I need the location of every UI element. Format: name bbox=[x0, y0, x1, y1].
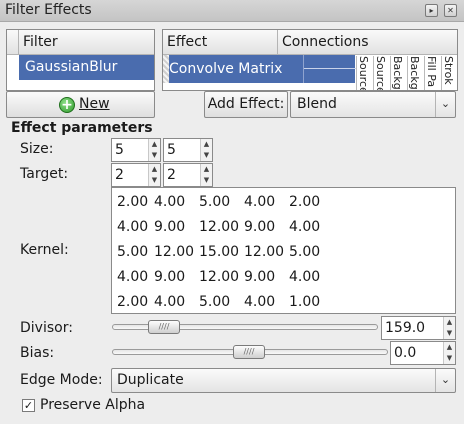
bias-slider-handle[interactable]: //// bbox=[233, 345, 265, 359]
source-label-0[interactable]: Source bbox=[356, 56, 369, 90]
new-button-label: New bbox=[79, 96, 110, 112]
kernel-cell[interactable]: 12.00 bbox=[199, 269, 239, 285]
kernel-cell[interactable]: 12.00 bbox=[154, 244, 194, 260]
target-y-spinbox[interactable]: 2 ▲ ▼ bbox=[163, 163, 213, 187]
spin-up-icon[interactable]: ▲ bbox=[201, 164, 212, 175]
kernel-cell[interactable]: 5.00 bbox=[199, 294, 230, 310]
divisor-value: 159.0 bbox=[385, 320, 426, 336]
kernel-cell[interactable]: 4.00 bbox=[117, 219, 148, 235]
kernel-cell[interactable]: 5.00 bbox=[117, 244, 148, 260]
edge-mode-value: Duplicate bbox=[117, 372, 184, 388]
size-label: Size: bbox=[20, 141, 54, 157]
kernel-cell[interactable]: 2.00 bbox=[289, 194, 320, 210]
target-label: Target: bbox=[20, 166, 69, 182]
size-x-spinbox[interactable]: 5 ▲ ▼ bbox=[111, 138, 161, 162]
filter-column-header[interactable]: Filter bbox=[19, 30, 154, 55]
plus-circle-icon: + bbox=[59, 97, 75, 113]
kernel-cell[interactable]: 2.00 bbox=[117, 194, 148, 210]
effect-column-label: Effect bbox=[167, 34, 208, 50]
target-x-spinbox[interactable]: 2 ▲ ▼ bbox=[111, 163, 161, 187]
chevron-down-icon: ⌄ bbox=[435, 92, 455, 117]
source-label-5[interactable]: Strok bbox=[441, 56, 454, 90]
kernel-cell[interactable]: 9.00 bbox=[154, 219, 185, 235]
edge-mode-select[interactable]: Duplicate ⌄ bbox=[111, 368, 456, 393]
spin-up-icon[interactable]: ▲ bbox=[149, 164, 160, 175]
kernel-cell[interactable]: 4.00 bbox=[117, 269, 148, 285]
divisor-slider-handle[interactable]: //// bbox=[148, 320, 180, 334]
add-effect-value: Blend bbox=[297, 96, 337, 112]
source-label-4[interactable]: Fill Pa bbox=[424, 56, 437, 90]
filter-row-checkbox[interactable] bbox=[7, 55, 19, 80]
effect-list: Effect Connections Convolve Matrix Sourc… bbox=[162, 29, 458, 91]
kernel-cell[interactable]: 9.00 bbox=[244, 269, 275, 285]
preserve-alpha-label: Preserve Alpha bbox=[40, 397, 146, 413]
kernel-cell[interactable]: 4.00 bbox=[244, 294, 275, 310]
target-x-value: 2 bbox=[115, 167, 124, 183]
spin-up-icon[interactable]: ▲ bbox=[444, 317, 455, 328]
kernel-cell[interactable]: 12.00 bbox=[244, 244, 284, 260]
spin-down-icon[interactable]: ▼ bbox=[444, 353, 455, 364]
kernel-label: Kernel: bbox=[20, 242, 69, 258]
restore-button[interactable]: ▸ bbox=[425, 4, 438, 17]
effect-column-header[interactable]: Effect bbox=[163, 30, 278, 55]
kernel-cell[interactable]: 4.00 bbox=[244, 194, 275, 210]
kernel-cell[interactable]: 4.00 bbox=[289, 269, 320, 285]
kernel-cell[interactable]: 4.00 bbox=[154, 294, 185, 310]
kernel-cell[interactable]: 4.00 bbox=[289, 219, 320, 235]
spin-down-icon[interactable]: ▼ bbox=[149, 175, 160, 186]
bias-value: 0.0 bbox=[394, 345, 417, 361]
divisor-spinbox[interactable]: 159.0 ▲ ▼ bbox=[381, 316, 456, 340]
spin-down-icon[interactable]: ▼ bbox=[201, 175, 212, 186]
kernel-matrix: 2.00 4.00 5.00 4.00 2.00 4.00 9.00 12.00… bbox=[111, 187, 456, 314]
filter-checkbox-column-header[interactable] bbox=[7, 30, 19, 55]
filter-list: Filter GaussianBlur bbox=[6, 29, 155, 91]
size-x-value: 5 bbox=[115, 142, 124, 158]
kernel-cell[interactable]: 15.00 bbox=[199, 244, 239, 260]
chevron-down-icon: ⌄ bbox=[435, 369, 455, 392]
connections-column-header[interactable]: Connections bbox=[278, 30, 457, 55]
kernel-cell[interactable]: 9.00 bbox=[244, 219, 275, 235]
new-filter-button[interactable]: + New bbox=[6, 91, 155, 118]
target-y-value: 2 bbox=[167, 167, 176, 183]
add-effect-button[interactable]: Add Effect: bbox=[204, 91, 288, 118]
kernel-cell[interactable]: 5.00 bbox=[289, 244, 320, 260]
bias-spinbox[interactable]: 0.0 ▲ ▼ bbox=[390, 341, 456, 365]
bias-label: Bias: bbox=[20, 345, 55, 361]
connection-line bbox=[304, 68, 356, 69]
spin-up-icon[interactable]: ▲ bbox=[444, 342, 455, 353]
close-button[interactable]: ✕ bbox=[444, 4, 457, 17]
spin-down-icon[interactable]: ▼ bbox=[149, 150, 160, 161]
filter-column-label: Filter bbox=[23, 34, 58, 50]
window-titlebar: Filter Effects ▸ ✕ bbox=[0, 0, 464, 22]
add-effect-select[interactable]: Blend ⌄ bbox=[290, 91, 456, 118]
connections-column-label: Connections bbox=[282, 34, 369, 50]
edge-mode-label: Edge Mode: bbox=[20, 372, 103, 388]
spin-down-icon[interactable]: ▼ bbox=[201, 150, 212, 161]
filter-row[interactable]: GaussianBlur bbox=[7, 55, 154, 80]
kernel-cell[interactable]: 4.00 bbox=[154, 194, 185, 210]
size-y-spinbox[interactable]: 5 ▲ ▼ bbox=[163, 138, 213, 162]
effect-connection-area[interactable] bbox=[303, 55, 356, 83]
effect-parameters-heading: Effect parameters bbox=[11, 120, 153, 136]
spin-up-icon[interactable]: ▲ bbox=[149, 139, 160, 150]
kernel-cell[interactable]: 12.00 bbox=[199, 219, 239, 235]
checkmark-icon: ✓ bbox=[23, 399, 34, 412]
source-label-2[interactable]: Backg bbox=[390, 56, 403, 90]
kernel-cell[interactable]: 2.00 bbox=[117, 294, 148, 310]
add-effect-label: Add Effect: bbox=[207, 96, 285, 112]
spin-up-icon[interactable]: ▲ bbox=[201, 139, 212, 150]
kernel-cell[interactable]: 5.00 bbox=[199, 194, 230, 210]
spin-down-icon[interactable]: ▼ bbox=[444, 328, 455, 339]
size-y-value: 5 bbox=[167, 142, 176, 158]
source-label-1[interactable]: Source bbox=[373, 56, 386, 90]
kernel-cell[interactable]: 1.00 bbox=[289, 294, 320, 310]
preserve-alpha-checkbox[interactable]: ✓ bbox=[22, 399, 35, 412]
filter-row-name: GaussianBlur bbox=[19, 55, 154, 80]
kernel-cell[interactable]: 9.00 bbox=[154, 269, 185, 285]
window-title: Filter Effects bbox=[5, 2, 92, 18]
divisor-label: Divisor: bbox=[20, 320, 73, 336]
effect-row-name: Convolve Matrix bbox=[169, 55, 303, 83]
source-label-3[interactable]: Backg bbox=[407, 56, 420, 90]
